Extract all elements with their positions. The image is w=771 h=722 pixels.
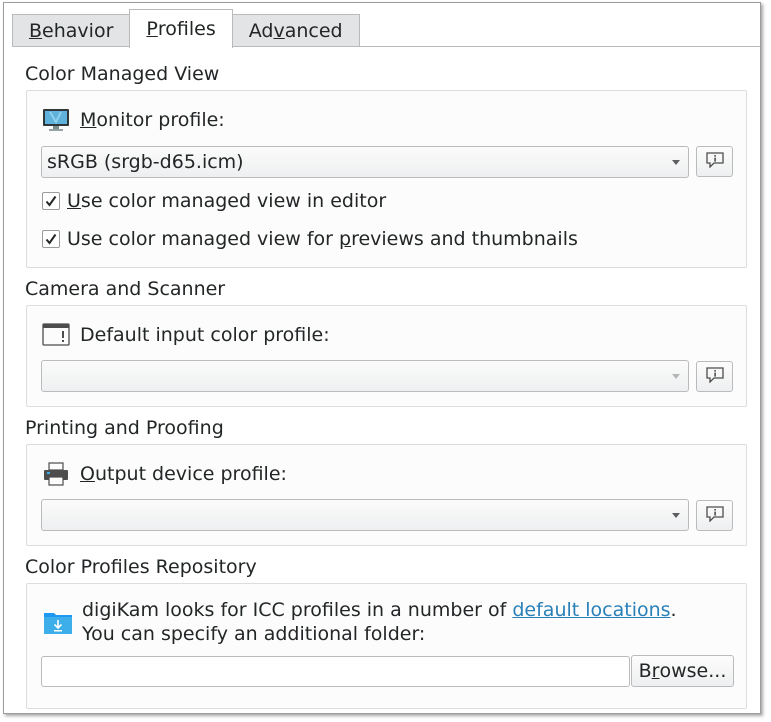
tab-advanced[interactable]: Ad v anced xyxy=(231,14,360,47)
tab-profiles[interactable]: Profiles xyxy=(129,9,233,48)
info-icon xyxy=(705,366,725,388)
repository-description: digiKam looks for ICC profiles in a numb… xyxy=(82,598,677,646)
input-profile-combobox[interactable] xyxy=(41,360,689,392)
monitor-profile-label: Monitor profile: xyxy=(80,109,225,131)
input-profile-info-button[interactable] xyxy=(696,361,733,392)
tab-divider xyxy=(12,46,760,47)
input-profile-label: Default input color profile: xyxy=(80,324,330,346)
use-color-managed-view-editor-row[interactable]: Use color managed view in editor xyxy=(42,190,386,212)
input-device-icon xyxy=(42,322,70,348)
repository-text-period: . xyxy=(670,599,677,621)
output-profile-row: Output device profile: xyxy=(42,461,287,487)
output-profile-label: Output device profile: xyxy=(80,463,287,485)
default-locations-link[interactable]: default locations xyxy=(512,599,670,621)
section-title-printing-proofing: Printing and Proofing xyxy=(25,417,224,439)
repository-text: digiKam looks for ICC profiles in a numb… xyxy=(82,599,513,621)
section-title-camera-scanner: Camera and Scanner xyxy=(25,278,226,300)
use-color-managed-view-previews-checkbox[interactable] xyxy=(42,230,60,248)
profiles-settings-dialog: Behavior Profiles Ad v anced Color Managed… xyxy=(3,2,761,714)
chevron-down-icon xyxy=(672,513,680,518)
printer-icon xyxy=(42,461,70,487)
use-color-managed-view-previews-row[interactable]: Use color managed view for previews and … xyxy=(42,228,578,250)
monitor-profile-value: sRGB (srgb-d65.icm) xyxy=(47,151,244,173)
additional-folder-input[interactable] xyxy=(41,656,630,687)
checkmark-icon xyxy=(45,233,57,245)
browse-button[interactable]: Br owse... xyxy=(631,655,734,687)
info-icon xyxy=(705,505,725,527)
monitor-profile-row: Monitor profile: xyxy=(42,107,225,133)
use-color-managed-view-editor-checkbox[interactable] xyxy=(42,192,60,210)
output-profile-info-button[interactable] xyxy=(696,500,733,531)
input-profile-row: Default input color profile: xyxy=(42,322,330,348)
use-color-managed-view-editor-label: Use color managed view in editor xyxy=(67,190,387,212)
camera-scanner-group: Default input color profile: xyxy=(26,305,747,407)
repository-group: digiKam looks for ICC profiles in a numb… xyxy=(26,583,747,709)
monitor-profile-info-button[interactable] xyxy=(696,146,733,177)
tab-behavior[interactable]: Behavior xyxy=(12,14,131,47)
printing-proofing-group: Output device profile: xyxy=(26,444,747,546)
monitor-icon xyxy=(42,107,70,133)
folder-download-icon xyxy=(43,609,73,640)
tab-bar: Behavior Profiles Ad v anced xyxy=(12,9,360,48)
info-icon xyxy=(705,151,725,173)
repository-line1: digiKam looks for ICC profiles in a numb… xyxy=(82,598,677,622)
use-color-managed-view-previews-label: Use color managed view for previews and … xyxy=(67,228,578,250)
section-title-repository: Color Profiles Repository xyxy=(25,556,257,578)
repository-line2: You can specify an additional folder: xyxy=(82,623,426,645)
section-title-color-managed-view: Color Managed View xyxy=(25,63,220,85)
monitor-profile-combobox[interactable]: sRGB (srgb-d65.icm) xyxy=(41,146,689,178)
chevron-down-icon xyxy=(672,160,680,165)
output-profile-combobox[interactable] xyxy=(41,499,689,531)
checkmark-icon xyxy=(45,195,57,207)
color-managed-view-group: Monitor profile: sRGB (srgb-d65.icm) Use… xyxy=(26,90,747,268)
chevron-down-icon xyxy=(672,374,680,379)
